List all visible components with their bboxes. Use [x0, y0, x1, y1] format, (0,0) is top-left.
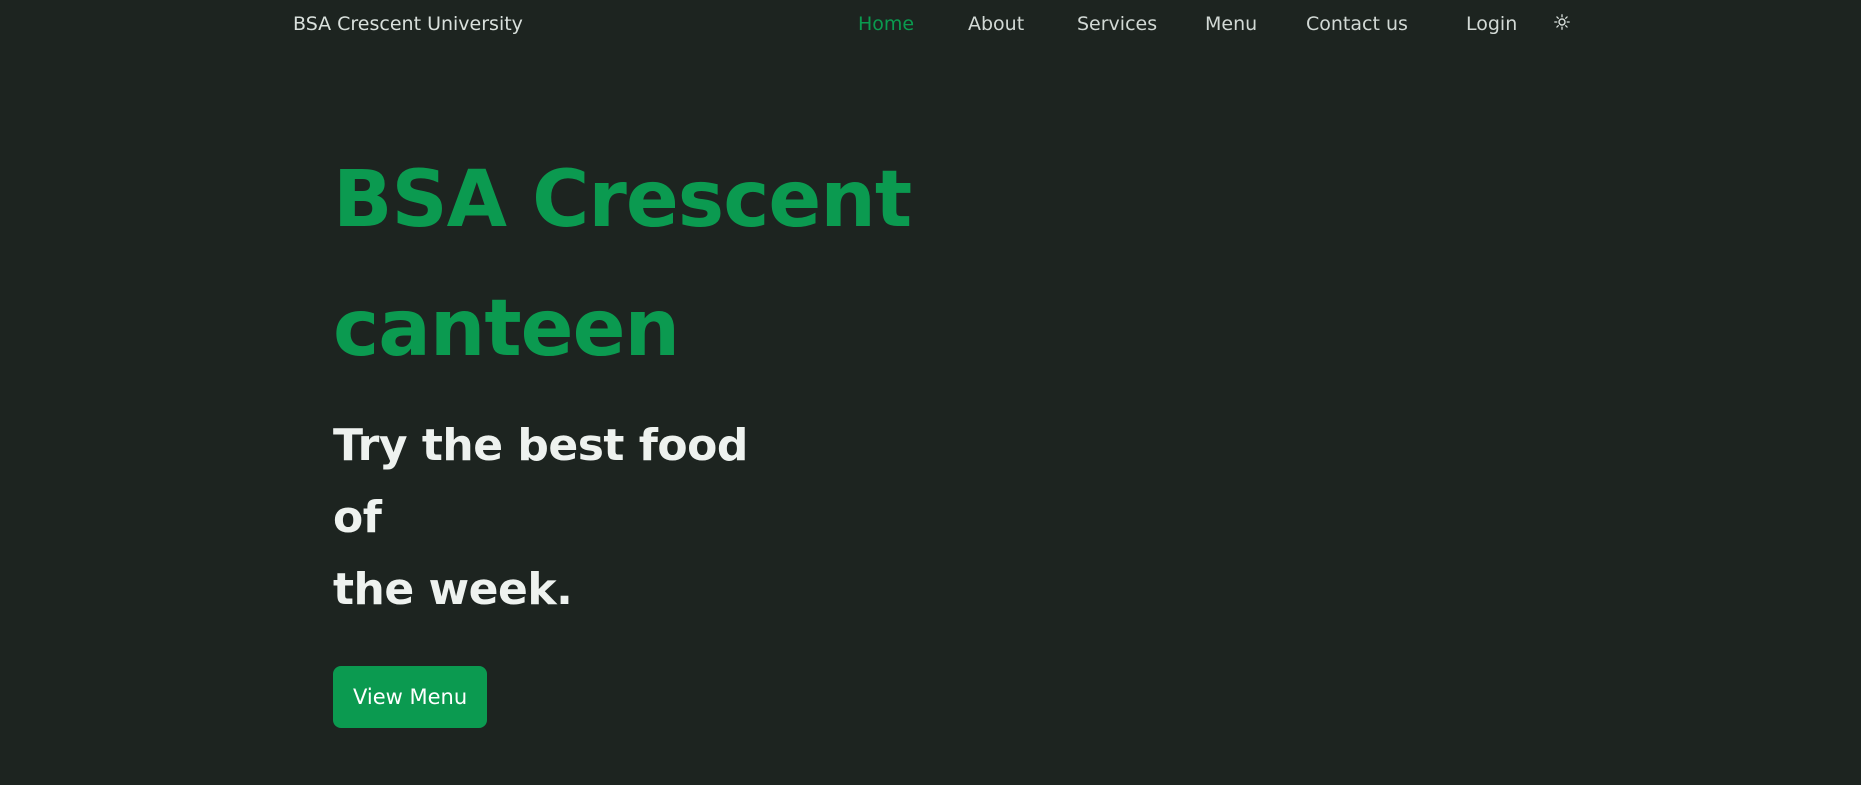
nav-item-menu: Menu	[1205, 12, 1306, 36]
nav-item-services: Services	[1077, 12, 1205, 36]
hero-subtitle-line-1: Try the best food of	[333, 420, 748, 543]
landing-page: BSA Crescent University Home About Servi…	[0, 0, 1861, 785]
hero-section: BSA Crescent canteen Try the best food o…	[333, 136, 953, 728]
site-brand-link[interactable]: BSA Crescent University	[293, 12, 523, 36]
top-navigation: BSA Crescent University Home About Servi…	[0, 0, 1861, 48]
theme-toggle-button[interactable]	[1554, 14, 1570, 30]
hero-title-line-2: canteen	[333, 284, 680, 374]
nav-link-services[interactable]: Services	[1077, 12, 1205, 36]
nav-link-login[interactable]: Login	[1466, 12, 1542, 36]
nav-link-about[interactable]: About	[968, 12, 1077, 36]
view-menu-button[interactable]: View Menu	[333, 666, 488, 728]
hero-title-line-1: BSA Crescent	[333, 155, 912, 245]
nav-item-contact: Contact us	[1306, 12, 1466, 36]
sun-icon	[1554, 14, 1570, 30]
hero-subtitle: Try the best food of the week.	[333, 410, 793, 626]
nav-item-login: Login	[1466, 12, 1542, 36]
nav-item-home: Home	[858, 12, 968, 36]
nav-link-menu[interactable]: Menu	[1205, 12, 1306, 36]
nav-link-home[interactable]: Home	[858, 12, 968, 36]
hero-subtitle-line-2: the week.	[333, 564, 573, 615]
nav-item-about: About	[968, 12, 1077, 36]
nav-link-contact[interactable]: Contact us	[1306, 12, 1466, 36]
main-navigation: Home About Services Menu Contact us Logi…	[858, 12, 1542, 36]
hero-title: BSA Crescent canteen	[333, 136, 953, 394]
